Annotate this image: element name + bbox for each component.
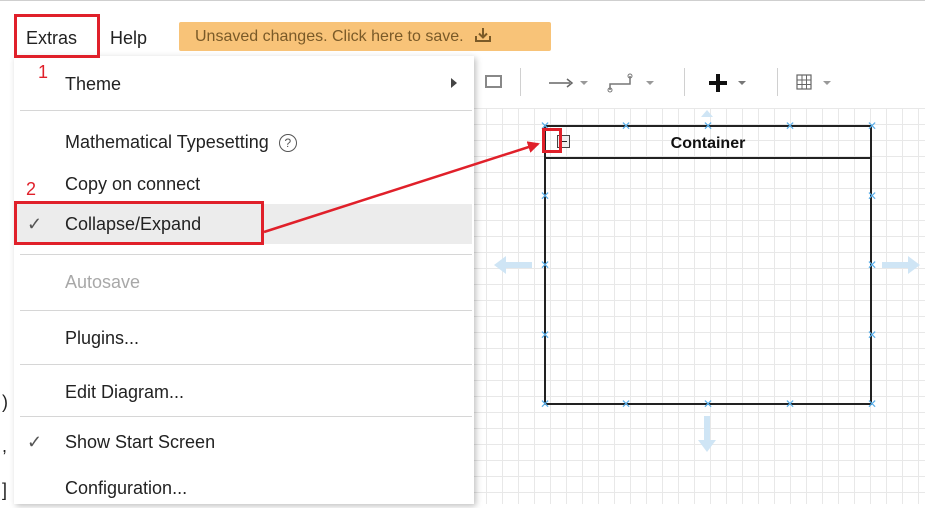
menu-separator <box>20 364 472 365</box>
checkmark-icon: ✓ <box>27 432 43 452</box>
annotation-step-1: 1 <box>38 62 49 82</box>
partial-glyph: , <box>2 436 8 456</box>
partial-glyph: ) <box>2 392 8 412</box>
ghost-arrow-left-icon[interactable] <box>492 254 534 276</box>
help-circle-icon[interactable]: ? <box>278 134 297 152</box>
unsaved-changes-text: Unsaved changes. Click here to save. <box>195 28 464 45</box>
resize-handle[interactable]: ✕ <box>866 120 878 132</box>
resize-handle[interactable]: ✕ <box>702 398 714 410</box>
extras-menu: Theme Mathematical Typesetting? Copy on … <box>14 56 474 504</box>
resize-handle[interactable]: ✕ <box>702 120 714 132</box>
container-title: Container <box>670 135 746 152</box>
menu-separator <box>20 254 472 255</box>
download-icon <box>474 27 492 48</box>
menu-item-label: Autosave <box>65 272 141 292</box>
toolbar <box>470 60 925 109</box>
insert-plus-icon[interactable] <box>708 72 758 94</box>
resize-handle[interactable]: ✕ <box>866 398 878 410</box>
resize-handle[interactable]: ✕ <box>620 120 632 132</box>
annotation-box-collapse-expand <box>14 201 264 245</box>
menu-item-mathematical-typesetting[interactable]: Mathematical Typesetting? <box>14 122 472 162</box>
menu-item-show-start-screen[interactable]: ✓ Show Start Screen <box>14 422 472 462</box>
unsaved-changes-banner[interactable]: Unsaved changes. Click here to save. <box>179 22 551 51</box>
waypoints-icon[interactable] <box>606 72 666 94</box>
resize-handle[interactable]: ✕ <box>866 190 878 202</box>
resize-handle[interactable]: ✕ <box>866 329 878 341</box>
menu-item-label: Plugins... <box>65 328 140 348</box>
menubar: Extras Help Unsaved changes. Click here … <box>0 0 925 61</box>
annotation-step-2: 2 <box>26 179 37 199</box>
shape-rect-icon[interactable] <box>484 74 504 90</box>
menu-item-label: Edit Diagram... <box>65 382 185 402</box>
menu-item-copy-on-connect[interactable]: Copy on connect <box>14 164 472 204</box>
resize-handle[interactable]: ✕ <box>539 259 551 271</box>
ghost-arrow-right-icon[interactable] <box>880 254 922 276</box>
connection-style-icon[interactable] <box>548 75 598 91</box>
resize-handle[interactable]: ✕ <box>784 398 796 410</box>
resize-handle[interactable]: ✕ <box>866 259 878 271</box>
menu-separator <box>20 110 472 111</box>
menu-item-theme[interactable]: Theme <box>14 64 472 104</box>
resize-handle[interactable]: ✕ <box>539 329 551 341</box>
annotation-box-extras <box>14 14 100 58</box>
resize-handle[interactable]: ✕ <box>539 190 551 202</box>
toolbar-separator <box>684 68 685 96</box>
menu-item-edit-diagram[interactable]: Edit Diagram... <box>14 372 472 412</box>
resize-handle[interactable]: ✕ <box>539 398 551 410</box>
table-icon[interactable] <box>796 73 846 93</box>
menu-item-plugins[interactable]: Plugins... <box>14 318 472 358</box>
menu-item-label: Mathematical Typesetting <box>65 132 269 152</box>
menu-help[interactable]: Help <box>110 28 147 49</box>
menu-item-label: Configuration... <box>65 478 188 498</box>
ghost-arrow-down-icon[interactable] <box>696 414 718 454</box>
toolbar-separator <box>520 68 521 96</box>
ghost-arrow-up-icon[interactable] <box>700 108 714 118</box>
menu-item-configuration[interactable]: Configuration... <box>14 468 472 508</box>
menu-item-label: Show Start Screen <box>65 432 216 452</box>
container-shape[interactable]: Container <box>544 125 872 405</box>
toolbar-separator <box>777 68 778 96</box>
menu-item-autosave: Autosave <box>14 262 472 302</box>
menu-item-label: Theme <box>65 74 122 94</box>
menu-item-label: Copy on connect <box>65 174 201 194</box>
resize-handle[interactable]: ✕ <box>784 120 796 132</box>
menu-separator <box>20 310 472 311</box>
resize-handle[interactable]: ✕ <box>620 398 632 410</box>
submenu-arrow-icon <box>451 78 457 88</box>
annotation-box-collapse-button <box>542 128 562 153</box>
partial-glyph: ] <box>2 480 8 500</box>
menu-separator <box>20 416 472 417</box>
